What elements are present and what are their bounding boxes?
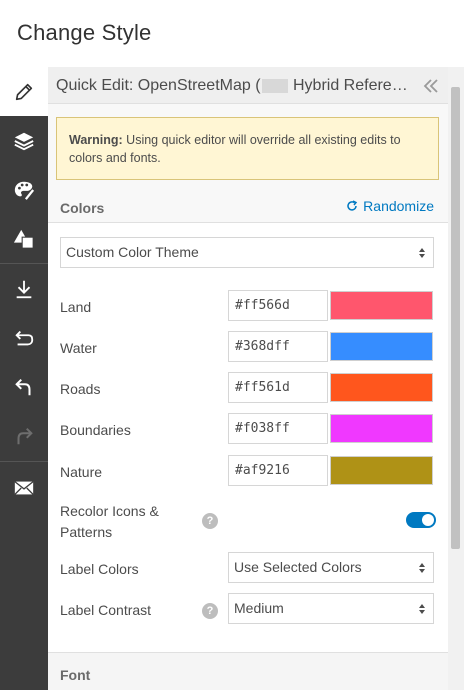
label-contrast-help-icon[interactable]: ?	[202, 603, 218, 619]
pencil-icon	[15, 83, 33, 100]
warning-label: Warning:	[69, 133, 123, 147]
randomize-button[interactable]: Randomize	[346, 198, 434, 214]
panel-title: Quick Edit: OpenStreetMap ( Hybrid Refer…	[56, 77, 408, 95]
recolor-icons-label: Recolor Icons & Patterns	[60, 501, 159, 543]
label-colors-value: Use Selected Colors	[234, 559, 362, 575]
panel-title-suffix: Hybrid Refere…	[292, 77, 408, 94]
label-contrast-label: Label Contrast	[60, 602, 152, 618]
mail-tool-button[interactable]	[0, 463, 48, 512]
undo-icon	[15, 378, 31, 395]
land-label: Land	[60, 299, 92, 315]
redacted-text	[261, 78, 288, 93]
palette-tool-button[interactable]	[0, 165, 48, 214]
recolor-label-line1: Recolor Icons &	[60, 503, 159, 519]
colors-section-header: Colors Randomize	[48, 192, 448, 222]
refresh-icon	[347, 200, 358, 211]
left-toolbar	[0, 67, 48, 690]
revert-icon	[15, 330, 34, 345]
redo-tool-button[interactable]	[0, 411, 48, 460]
shapes-tool-button[interactable]	[0, 214, 48, 263]
select-arrows-icon	[419, 563, 425, 573]
water-color-swatch[interactable]	[330, 332, 433, 361]
land-hex-input[interactable]: #ff566d	[228, 290, 328, 321]
label-colors-label: Label Colors	[60, 561, 139, 577]
mail-icon	[14, 480, 34, 495]
warning-box: Warning: Using quick editor will overrid…	[56, 117, 439, 180]
collapse-panel-button[interactable]	[422, 77, 440, 95]
panel-title-prefix: Quick Edit: OpenStreetMap (	[56, 77, 261, 94]
roads-color-swatch[interactable]	[330, 373, 433, 402]
layers-tool-button[interactable]	[0, 116, 48, 165]
boundaries-color-swatch[interactable]	[330, 414, 433, 443]
revert-tool-button[interactable]	[0, 313, 48, 362]
roads-label: Roads	[60, 381, 101, 397]
color-theme-select[interactable]: Custom Color Theme	[60, 237, 434, 268]
color-theme-value: Custom Color Theme	[66, 244, 199, 260]
water-hex-input[interactable]: #368dff	[228, 331, 328, 362]
recolor-label-line2: Patterns	[60, 524, 113, 540]
undo-tool-button[interactable]	[0, 362, 48, 411]
select-arrows-icon	[419, 248, 425, 258]
recolor-icons-toggle[interactable]	[406, 512, 436, 528]
label-contrast-select[interactable]: Medium	[228, 593, 434, 624]
boundaries-label: Boundaries	[60, 422, 131, 438]
colors-section-content: Custom Color Theme Land #ff566d Water #3…	[48, 222, 448, 652]
shapes-icon	[13, 229, 34, 249]
download-icon	[16, 280, 32, 298]
download-tool-button[interactable]	[0, 264, 48, 313]
quick-edit-panel: Quick Edit: OpenStreetMap ( Hybrid Refer…	[48, 67, 464, 690]
boundaries-hex-input[interactable]: #f038ff	[228, 413, 328, 444]
land-color-swatch[interactable]	[330, 291, 433, 320]
nature-hex-input[interactable]: #af9216	[228, 455, 328, 486]
panel-header: Quick Edit: OpenStreetMap ( Hybrid Refer…	[48, 67, 448, 104]
label-contrast-value: Medium	[234, 600, 284, 616]
toggle-knob	[422, 514, 434, 526]
toolbar-divider	[0, 461, 48, 462]
font-section-title: Font	[60, 667, 91, 683]
select-arrows-icon	[419, 604, 425, 614]
nature-label: Nature	[60, 464, 103, 480]
colors-section-title: Colors	[60, 200, 105, 216]
scrollbar-thumb[interactable]	[451, 87, 460, 549]
dialog-header: Change Style	[0, 0, 464, 67]
redo-icon	[17, 427, 33, 444]
randomize-label: Randomize	[363, 198, 434, 214]
double-chevron-left-icon	[423, 79, 438, 93]
palette-icon	[14, 181, 35, 200]
pencil-tool-button[interactable]	[0, 67, 48, 116]
panel-scrollbar[interactable]	[448, 67, 464, 690]
font-section-header[interactable]: Font	[48, 652, 448, 690]
roads-hex-input[interactable]: #ff561d	[228, 372, 328, 403]
water-label: Water	[60, 340, 97, 356]
page-title: Change Style	[17, 20, 152, 45]
nature-color-swatch[interactable]	[330, 456, 433, 485]
label-colors-select[interactable]: Use Selected Colors	[228, 552, 434, 583]
layers-icon	[14, 132, 34, 150]
recolor-help-icon[interactable]: ?	[202, 513, 218, 529]
